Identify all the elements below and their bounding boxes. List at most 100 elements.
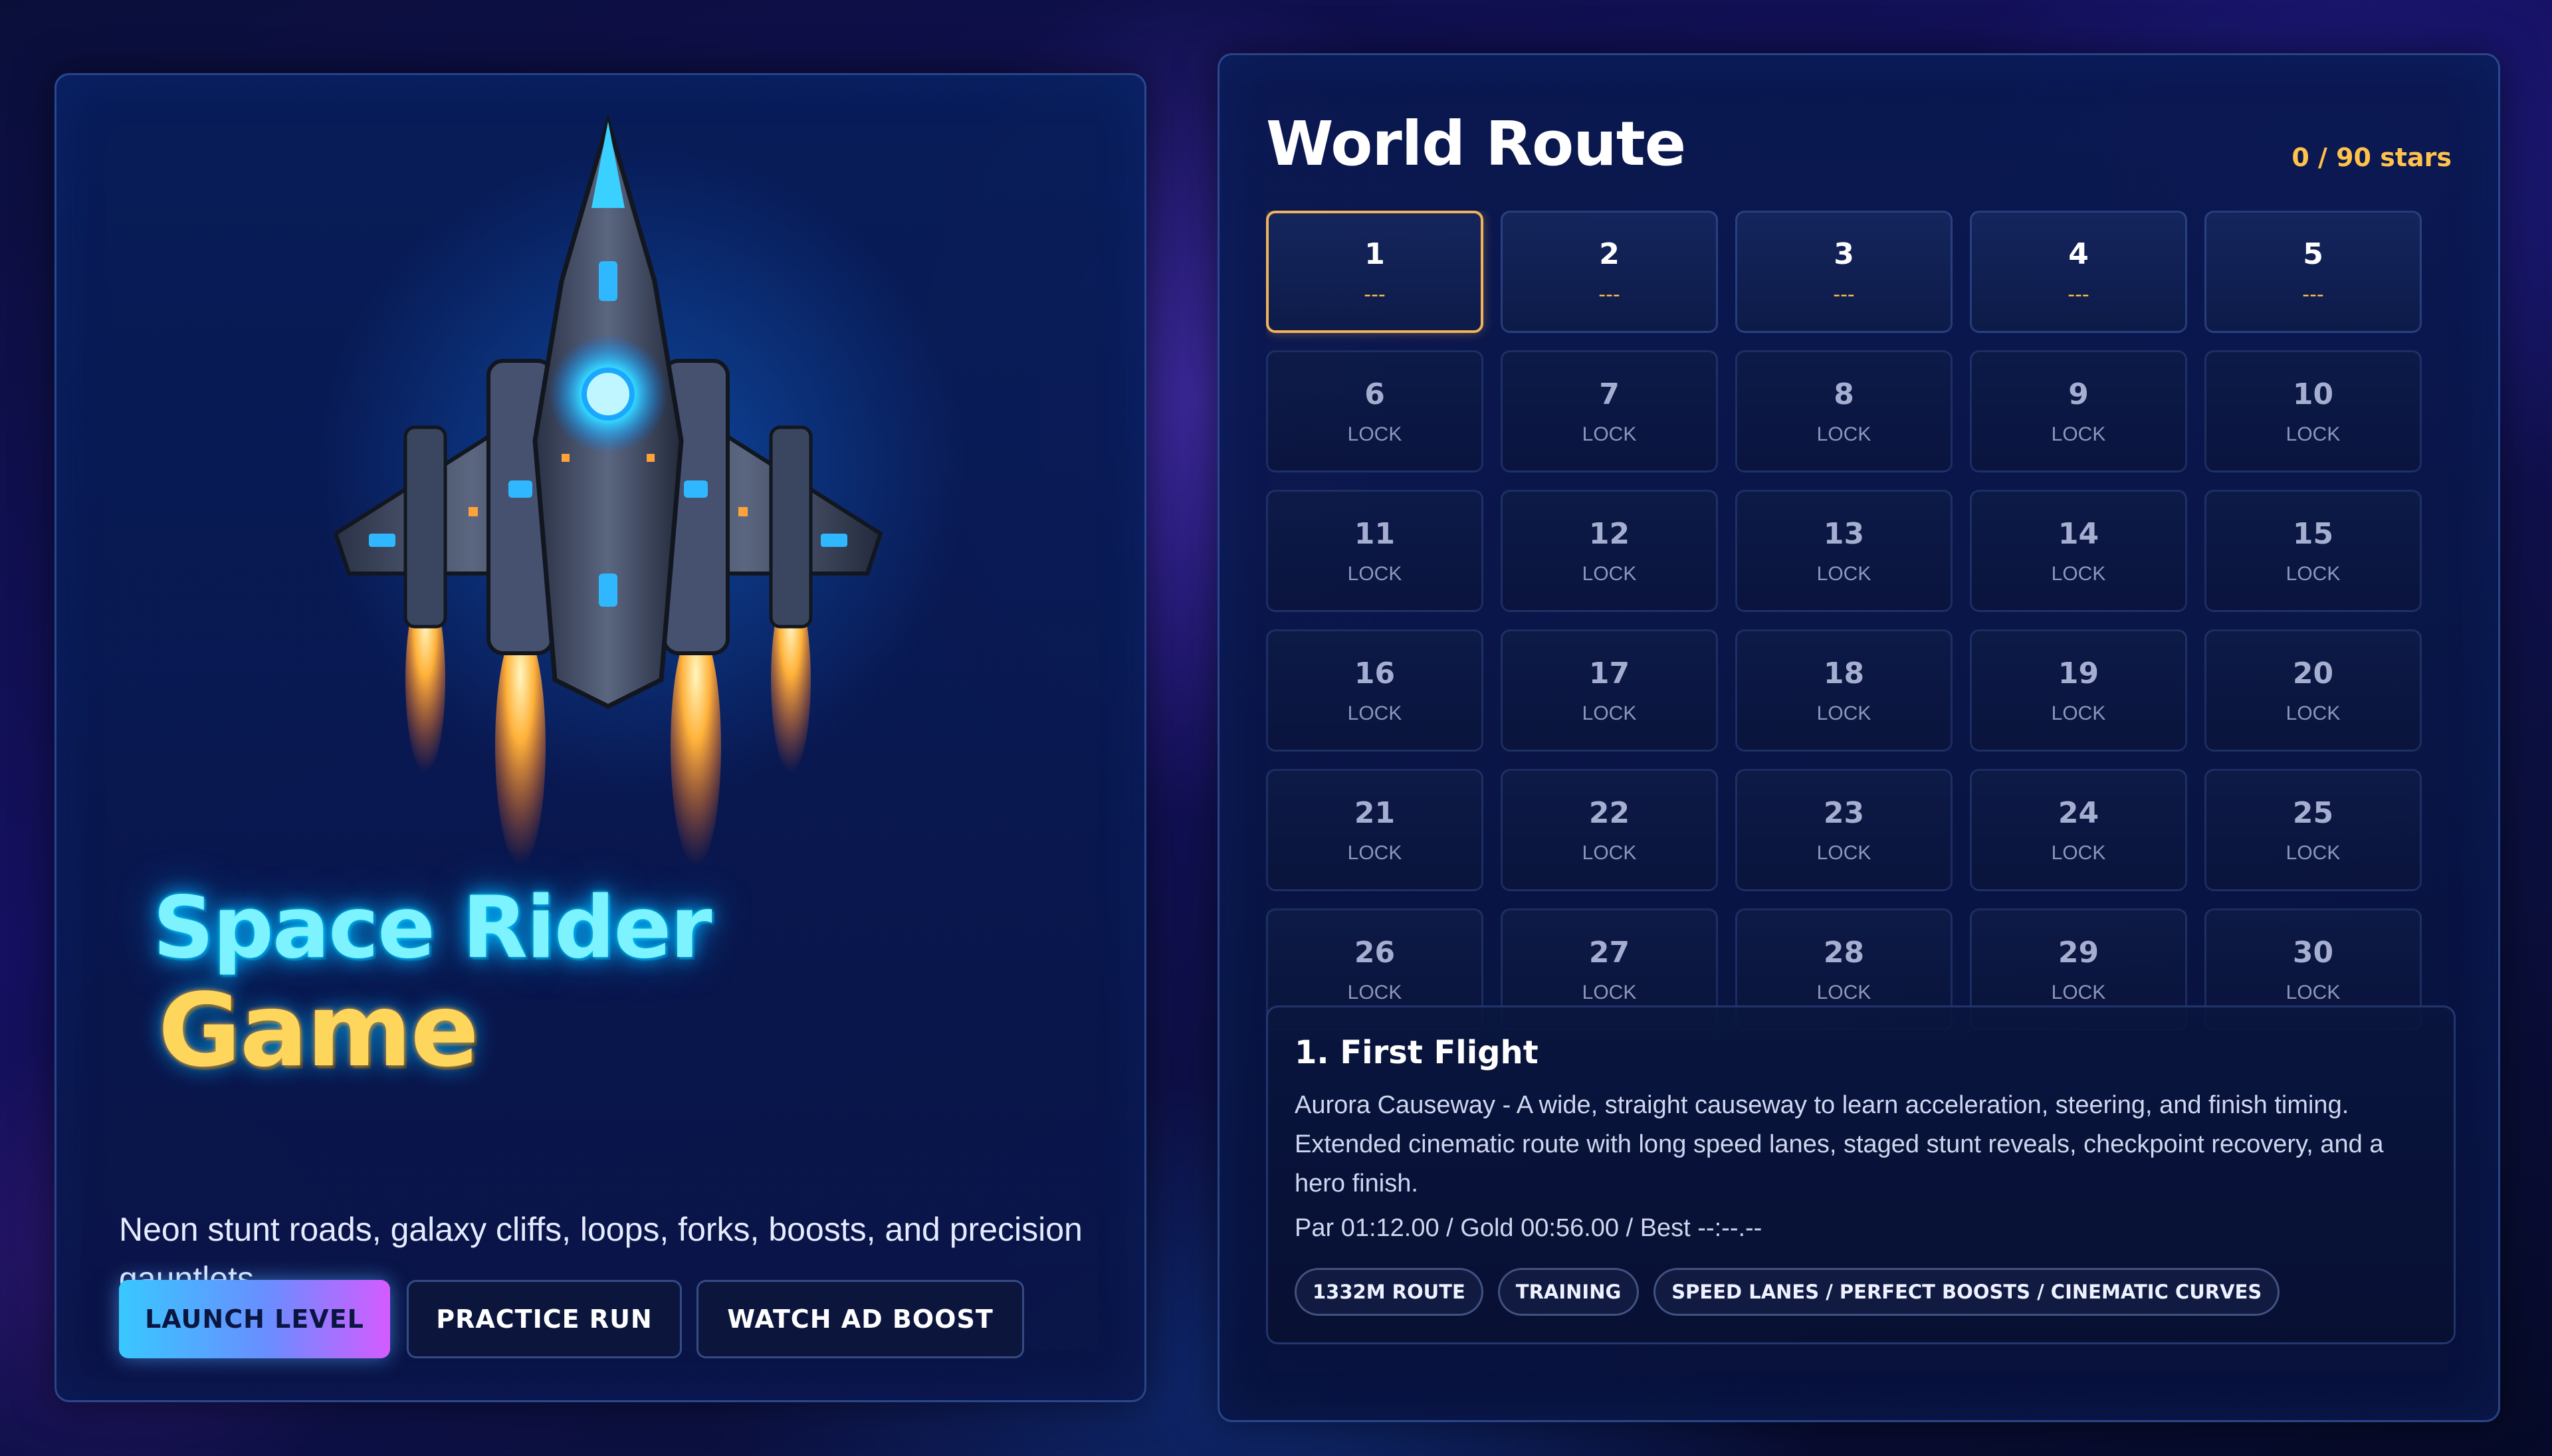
level-number: 27	[1588, 935, 1630, 970]
level-tile-14[interactable]: 14 LOCK	[1970, 490, 2187, 612]
level-tile-8[interactable]: 8 LOCK	[1735, 350, 1953, 472]
level-details-title: 1. First Flight	[1295, 1034, 1539, 1071]
level-number: 2	[1599, 237, 1620, 271]
level-number: 24	[2058, 795, 2099, 830]
level-status: LOCK	[2286, 841, 2341, 864]
level-number: 21	[1354, 795, 1396, 830]
level-tile-24[interactable]: 24 LOCK	[1970, 769, 2187, 891]
level-tile-5[interactable]: 5 ---	[2204, 211, 2422, 333]
level-status: ---	[1364, 283, 1386, 306]
level-tag-features: SPEED LANES / PERFECT BOOSTS / CINEMATIC…	[1653, 1268, 2280, 1316]
level-status: LOCK	[1582, 841, 1637, 864]
level-number: 23	[1823, 795, 1865, 830]
level-number: 4	[2068, 237, 2089, 271]
level-details-description: Aurora Causeway - A wide, straight cause…	[1295, 1091, 2384, 1197]
level-tile-18[interactable]: 18 LOCK	[1735, 629, 1953, 752]
level-status: LOCK	[2286, 702, 2341, 724]
level-number: 17	[1588, 656, 1630, 690]
level-status: LOCK	[1582, 702, 1637, 724]
level-number: 19	[2058, 656, 2099, 690]
launch-level-button[interactable]: LAUNCH LEVEL	[119, 1280, 390, 1358]
level-status: ---	[1598, 283, 1620, 306]
level-status: ---	[2068, 283, 2089, 306]
level-status: LOCK	[1347, 562, 1402, 585]
level-status: LOCK	[1347, 841, 1402, 864]
level-number: 9	[2068, 377, 2089, 411]
level-status: LOCK	[1347, 423, 1402, 445]
level-status: LOCK	[2286, 981, 2341, 1003]
level-tile-3[interactable]: 3 ---	[1735, 211, 1953, 333]
level-tile-22[interactable]: 22 LOCK	[1501, 769, 1718, 891]
level-number: 5	[2303, 237, 2323, 271]
level-tag-type: TRAINING	[1497, 1268, 1640, 1316]
level-tile-4[interactable]: 4 ---	[1970, 211, 2187, 333]
watch-ad-boost-button[interactable]: WATCH AD BOOST	[696, 1280, 1024, 1358]
level-tile-13[interactable]: 13 LOCK	[1735, 490, 1953, 612]
game-title-line2: Game	[158, 972, 479, 1089]
level-status: ---	[1833, 283, 1855, 306]
level-tile-17[interactable]: 17 LOCK	[1501, 629, 1718, 752]
level-number: 14	[2058, 516, 2099, 551]
level-number: 11	[1354, 516, 1396, 551]
level-number: 10	[2292, 377, 2334, 411]
level-tile-19[interactable]: 19 LOCK	[1970, 629, 2187, 752]
level-status: LOCK	[2286, 423, 2341, 445]
level-tile-25[interactable]: 25 LOCK	[2204, 769, 2422, 891]
level-tile-16[interactable]: 16 LOCK	[1266, 629, 1483, 752]
level-status: ---	[2302, 283, 2324, 306]
level-number: 7	[1599, 377, 1620, 411]
level-details-card: 1. First Flight Aurora Causeway - A wide…	[1266, 1005, 2456, 1344]
level-status: LOCK	[1582, 423, 1637, 445]
level-number: 12	[1588, 516, 1630, 551]
level-tile-2[interactable]: 2 ---	[1501, 211, 1718, 333]
level-number: 29	[2058, 935, 2099, 970]
level-status: LOCK	[1816, 702, 1871, 724]
level-number: 16	[1354, 656, 1396, 690]
level-status: LOCK	[2286, 562, 2341, 585]
level-tile-12[interactable]: 12 LOCK	[1501, 490, 1718, 612]
level-status: LOCK	[1347, 981, 1402, 1003]
level-status: LOCK	[1816, 562, 1871, 585]
spaceship-illustration	[333, 113, 883, 866]
level-number: 18	[1823, 656, 1865, 690]
level-tile-23[interactable]: 23 LOCK	[1735, 769, 1953, 891]
level-tile-7[interactable]: 7 LOCK	[1501, 350, 1718, 472]
level-status: LOCK	[2051, 702, 2106, 724]
level-number: 28	[1823, 935, 1865, 970]
level-tile-11[interactable]: 11 LOCK	[1266, 490, 1483, 612]
level-tile-1[interactable]: 1 ---	[1266, 211, 1483, 333]
level-number: 26	[1354, 935, 1396, 970]
level-number: 15	[2292, 516, 2334, 551]
level-number: 8	[1834, 377, 1854, 411]
world-route-title: World Route	[1266, 108, 1686, 179]
level-status: LOCK	[2051, 562, 2106, 585]
level-tag-distance: 1332M ROUTE	[1295, 1268, 1483, 1316]
level-number: 30	[2292, 935, 2334, 970]
level-tile-15[interactable]: 15 LOCK	[2204, 490, 2422, 612]
level-tags: 1332M ROUTE TRAINING SPEED LANES / PERFE…	[1295, 1268, 2280, 1316]
level-grid: 1 --- 2 --- 3 --- 4 --- 5 --- 6 LOCK 7 LOCK 8 LOCK 9 LOCK…	[1266, 211, 2436, 1030]
level-tile-6[interactable]: 6 LOCK	[1266, 350, 1483, 472]
level-status: LOCK	[1582, 981, 1637, 1003]
level-number: 13	[1823, 516, 1865, 551]
level-number: 25	[2292, 795, 2334, 830]
level-status: LOCK	[2051, 841, 2106, 864]
game-title: Space Rider Game	[153, 879, 712, 1089]
level-status: LOCK	[2051, 981, 2106, 1003]
world-route-panel: World Route 0 / 90 stars 1 --- 2 --- 3 --- 4 --…	[1218, 53, 2500, 1422]
level-status: LOCK	[2051, 423, 2106, 445]
level-status: LOCK	[1816, 841, 1871, 864]
level-number: 3	[1834, 237, 1854, 271]
stars-counter: 0 / 90 stars	[2291, 143, 2452, 172]
level-details-times: Par 01:12.00 / Gold 00:56.00 / Best --:-…	[1295, 1214, 1762, 1242]
level-number: 22	[1588, 795, 1630, 830]
level-tile-20[interactable]: 20 LOCK	[2204, 629, 2422, 752]
level-status: LOCK	[1582, 562, 1637, 585]
level-tile-9[interactable]: 9 LOCK	[1970, 350, 2187, 472]
level-tile-21[interactable]: 21 LOCK	[1266, 769, 1483, 891]
level-number: 20	[2292, 656, 2334, 690]
level-status: LOCK	[1347, 702, 1402, 724]
practice-run-button[interactable]: PRACTICE RUN	[407, 1280, 682, 1358]
level-tile-10[interactable]: 10 LOCK	[2204, 350, 2422, 472]
game-title-line1: Space Rider	[153, 879, 712, 978]
